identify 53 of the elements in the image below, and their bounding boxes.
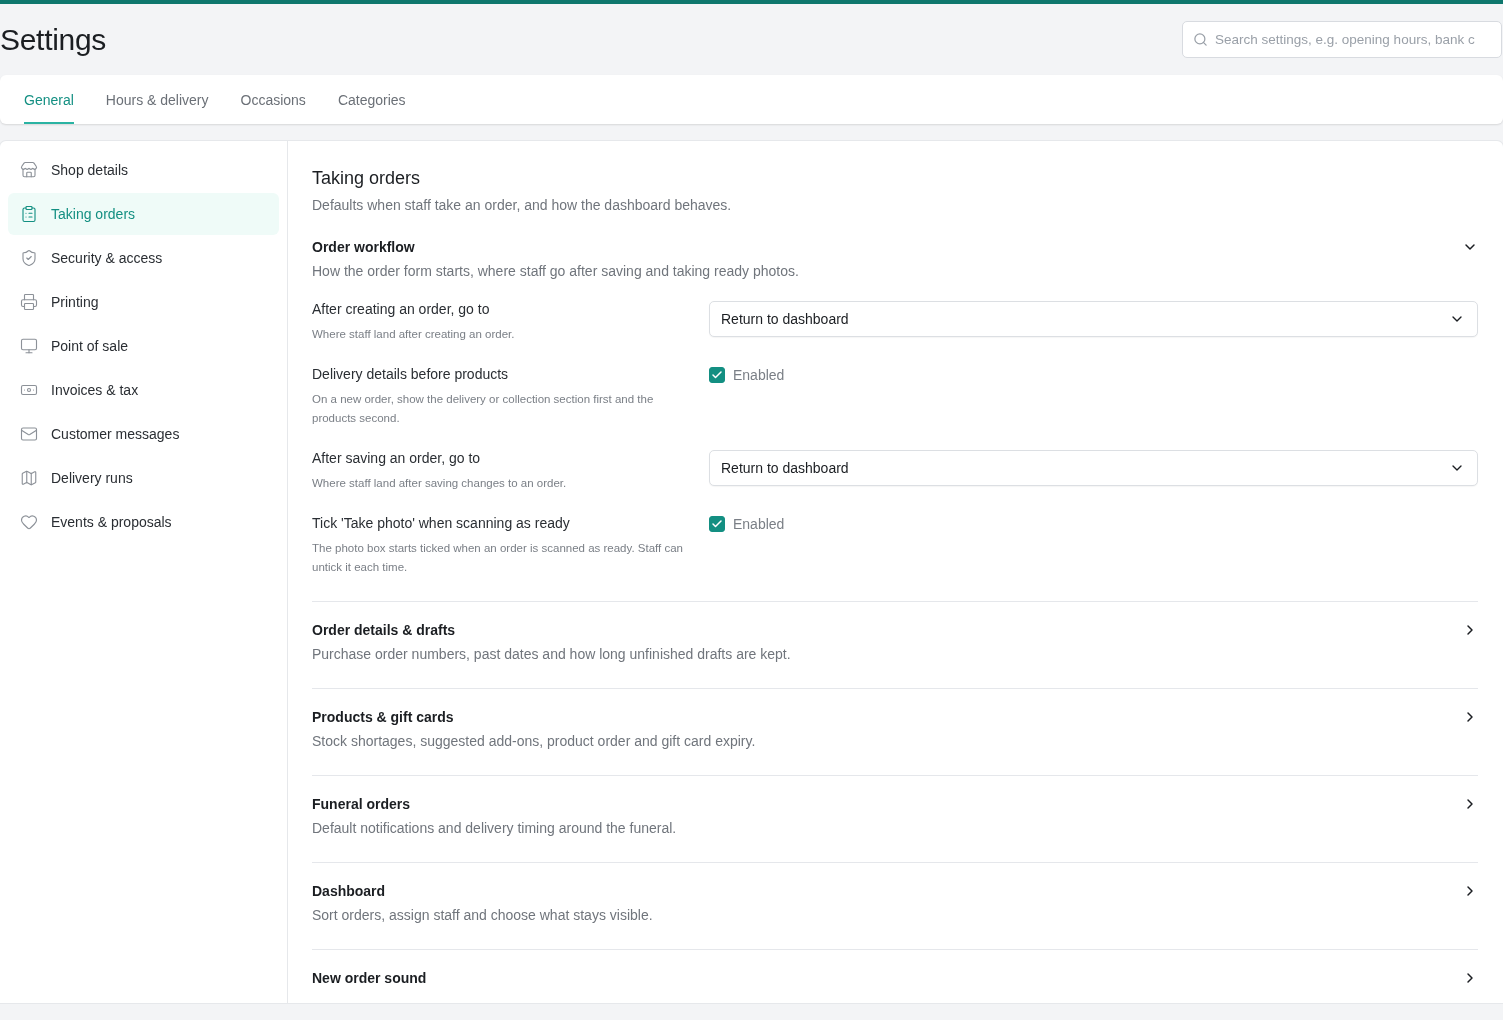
sidebar-item[interactable]: Taking orders: [8, 193, 279, 235]
sidebar-item[interactable]: Delivery runs: [8, 457, 279, 499]
dropdown-select[interactable]: Return to dashboard: [709, 301, 1478, 337]
check-icon: [711, 518, 723, 530]
monitor-icon: [20, 337, 38, 355]
tab[interactable]: Hours & delivery: [105, 75, 209, 124]
section-description: How the order form starts, where staff go after saving and taking ready photos.: [312, 263, 800, 279]
sidebar-item[interactable]: Security & access: [8, 237, 279, 279]
section-title: Taking orders: [312, 168, 422, 189]
clipboard-icon: [20, 205, 38, 223]
checkbox[interactable]: [709, 367, 725, 383]
setting-help: Where staff land after saving changes to an order.: [312, 476, 568, 491]
checkbox-label[interactable]: Enabled: [709, 515, 1478, 533]
section-description: Default notifications and delivery timing around the funeral.: [312, 820, 678, 836]
mail-icon: [20, 425, 38, 443]
setting-help: On a new order, show the delivery or collection section first and the products second.: [312, 392, 655, 426]
search-icon: [1193, 32, 1208, 47]
page-title: Settings: [0, 22, 106, 57]
printer-icon: [20, 293, 38, 311]
section-description: Stock shortages, suggested add-ons, product order and gift card expiry.: [312, 733, 757, 749]
section-description: Purchase order numbers, past dates and how long unfinished drafts are kept.: [312, 646, 792, 662]
tab[interactable]: Occasions: [240, 75, 306, 124]
setting-help: Where staff land after creating an order.: [312, 327, 516, 342]
section-header[interactable]: New order sound: [312, 970, 1478, 986]
setting-label: Tick 'Take photo' when scanning as ready: [312, 515, 571, 531]
section-header[interactable]: Funeral orders: [312, 796, 1478, 812]
section-header[interactable]: Dashboard: [312, 883, 1478, 899]
tab[interactable]: Categories: [337, 75, 406, 124]
heart-icon: [20, 513, 38, 531]
sidebar-item[interactable]: Customer messages: [8, 413, 279, 455]
search-field[interactable]: Search settings, e.g. opening hours, bank c: [1182, 21, 1502, 58]
sidebar-item[interactable]: Invoices & tax: [8, 369, 279, 411]
map-icon: [20, 469, 38, 487]
sidebar-item[interactable]: Printing: [8, 281, 279, 323]
setting-label: After creating an order, go to: [312, 301, 491, 317]
shield-icon: [20, 249, 38, 267]
dropdown-select[interactable]: Return to dashboard: [709, 450, 1478, 486]
sidebar-item[interactable]: Events & proposals: [8, 501, 279, 543]
section-header[interactable]: Products & gift cards: [312, 709, 1478, 725]
check-icon: [711, 369, 723, 381]
sidebar-item[interactable]: Point of sale: [8, 325, 279, 367]
setting-label: Delivery details before products: [312, 366, 510, 382]
section-description: Sort orders, assign staff and choose what stays visible.: [312, 907, 654, 923]
setting-label: After saving an order, go to: [312, 450, 482, 466]
checkbox-label[interactable]: Enabled: [709, 366, 1478, 384]
sidebar-item[interactable]: Shop details: [8, 149, 279, 191]
checkbox[interactable]: [709, 516, 725, 532]
setting-help: The photo box starts ticked when an order is scanned as ready. Staff can untick it each time.: [312, 541, 684, 575]
section-header[interactable]: Order details & drafts: [312, 622, 1478, 638]
section-subtitle: Defaults when staff take an order, and how the dashboard behaves.: [312, 197, 733, 213]
tab[interactable]: General: [24, 75, 74, 124]
section-header[interactable]: Order workflow: [312, 239, 1478, 255]
shop-icon: [20, 161, 38, 179]
